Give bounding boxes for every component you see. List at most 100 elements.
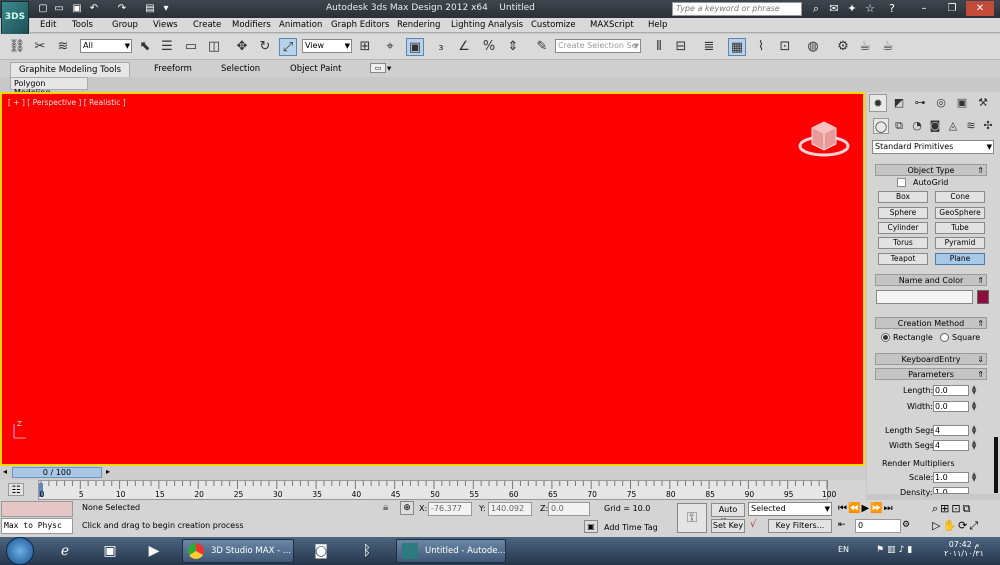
go-to-start-icon[interactable]: ⏮: [838, 503, 848, 514]
torus-button[interactable]: Torus: [878, 237, 928, 249]
menu-lighting-analysis[interactable]: Lighting Analysis: [451, 20, 523, 30]
tube-button[interactable]: Tube: [935, 222, 985, 234]
go-to-end-icon[interactable]: ⏭: [884, 503, 894, 514]
mini-curve-editor-icon[interactable]: ☷: [8, 483, 24, 496]
select-manipulate-icon[interactable]: ⌖: [381, 38, 399, 56]
category-dropdown[interactable]: Standard Primitives ▼: [872, 140, 994, 154]
curve-editor-icon[interactable]: ⌇: [752, 38, 770, 56]
named-selection-sets-input[interactable]: Create Selection Se ▼: [555, 39, 641, 53]
menu-help[interactable]: Help: [648, 20, 667, 30]
favorites-icon[interactable]: ☆: [862, 2, 878, 16]
chevron-down-icon[interactable]: ▾: [387, 64, 391, 74]
length-spinner-icon[interactable]: ▲ ▼: [970, 385, 978, 396]
rollout-parameters[interactable]: Parameters ⇑: [875, 368, 987, 380]
set-key-button[interactable]: Set Key: [711, 519, 745, 533]
tab-freeform[interactable]: Freeform: [154, 64, 192, 74]
space-warps-icon[interactable]: ≋: [963, 118, 979, 134]
menu-graph-editors[interactable]: Graph Editors: [331, 20, 389, 30]
cone-button[interactable]: Cone: [935, 191, 985, 203]
select-and-rotate-icon[interactable]: ↻: [256, 38, 274, 56]
previous-frame-icon[interactable]: ⏪: [848, 503, 861, 514]
viewcube-icon[interactable]: [798, 116, 854, 160]
time-tag-icon[interactable]: ▣: [584, 520, 598, 533]
rollout-creation-method[interactable]: Creation Method ⇑: [875, 317, 987, 329]
square-radio[interactable]: [940, 333, 949, 342]
tab-selection[interactable]: Selection: [221, 64, 260, 74]
play-icon[interactable]: ▶: [861, 503, 870, 514]
mirror-icon[interactable]: ⫴: [650, 38, 668, 56]
quick-access-dropdown-icon[interactable]: ▾: [160, 3, 172, 15]
help-icon[interactable]: ?: [884, 2, 900, 16]
taskbar-item-chrome[interactable]: 3D Studio MAX - ...: [182, 539, 294, 563]
align-icon[interactable]: ⊟: [672, 38, 690, 56]
autogrid-checkbox[interactable]: [897, 178, 906, 187]
menu-create[interactable]: Create: [193, 20, 221, 30]
time-slider-prev-icon[interactable]: ◂: [3, 467, 7, 476]
next-frame-icon[interactable]: ⏩: [870, 503, 883, 514]
xbmc-app-icon[interactable]: ◙: [310, 540, 332, 562]
hierarchy-tab-icon[interactable]: ⊶: [911, 94, 929, 112]
zoom-all-icon[interactable]: ⊞: [940, 502, 951, 515]
z-coordinate-field[interactable]: 0.0: [548, 502, 590, 516]
key-filters-button[interactable]: Key Filters...: [768, 519, 832, 533]
tab-graphite-modeling-tools[interactable]: Graphite Modeling Tools: [10, 62, 130, 77]
render-production-icon[interactable]: ☕: [879, 38, 897, 56]
maxscript-mini-listener-top[interactable]: [1, 501, 73, 517]
zoom-icon[interactable]: ⌕: [932, 502, 940, 515]
x-coordinate-field[interactable]: -76.377: [428, 502, 472, 516]
taskbar-item-3dsmax[interactable]: Untitled - Autode...: [396, 539, 506, 563]
create-tab-icon[interactable]: ✹: [869, 94, 887, 112]
pyramid-button[interactable]: Pyramid: [935, 237, 985, 249]
menu-animation[interactable]: Animation: [279, 20, 322, 30]
cameras-icon[interactable]: ◙: [927, 118, 943, 134]
width-spinner-icon[interactable]: ▲ ▼: [970, 401, 978, 412]
time-configuration-icon[interactable]: ⚙: [902, 520, 910, 530]
layer-manager-icon[interactable]: ≣: [700, 38, 718, 56]
modify-tab-icon[interactable]: ◩: [890, 94, 908, 112]
command-panel-scrollbar[interactable]: [994, 437, 998, 493]
time-slider-next-icon[interactable]: ▸: [106, 467, 110, 476]
rectangle-radio[interactable]: [881, 333, 890, 342]
menu-views[interactable]: Views: [153, 20, 178, 30]
current-frame-field[interactable]: 0: [855, 519, 901, 533]
maximize-button[interactable]: ❐: [938, 1, 966, 16]
search-input[interactable]: Type a keyword or phrase: [672, 2, 802, 16]
flag-icon[interactable]: ⚑: [876, 545, 887, 555]
select-and-link-icon[interactable]: ⛓: [8, 38, 26, 56]
media-app-icon[interactable]: ▶: [143, 540, 165, 562]
viewport-label[interactable]: [ + ] [ Perspective ] [ Realistic ]: [8, 98, 126, 107]
maximize-viewport-icon[interactable]: ⤢: [969, 519, 980, 532]
utilities-tab-icon[interactable]: ⚒: [974, 94, 992, 112]
angle-snap-icon[interactable]: ∠: [455, 38, 473, 56]
tab-polygon-modeling[interactable]: Polygon Modeling: [10, 77, 88, 97]
sphere-button[interactable]: Sphere: [878, 207, 928, 219]
perspective-viewport[interactable]: [ + ] [ Perspective ] [ Realistic ] Z: [0, 92, 865, 466]
menu-group[interactable]: Group: [112, 20, 138, 30]
bluetooth-icon[interactable]: ᛒ: [356, 540, 378, 562]
menu-modifiers[interactable]: Modifiers: [232, 20, 271, 30]
network-icon[interactable]: ▥: [887, 545, 899, 555]
window-crossing-icon[interactable]: ◫: [205, 38, 223, 56]
geosphere-button[interactable]: GeoSphere: [935, 207, 985, 219]
systems-icon[interactable]: ✣: [980, 118, 996, 134]
timeline-ruler[interactable]: 0 5 10 15 20 25 30 35 40 45 50 55 60 65 70 75 80 85 90 95 10…: [38, 480, 836, 500]
cylinder-button[interactable]: Cylinder: [878, 222, 928, 234]
select-object-icon[interactable]: ⬉: [136, 38, 154, 56]
render-setup-icon[interactable]: ⚙: [834, 38, 852, 56]
schematic-view-icon[interactable]: ⊡: [776, 38, 794, 56]
app-logo[interactable]: 3DS: [1, 1, 29, 35]
object-color-swatch[interactable]: [977, 290, 989, 304]
graphite-toggle-icon[interactable]: ▦: [728, 38, 746, 56]
power-icon[interactable]: ▮: [907, 545, 915, 555]
teapot-button[interactable]: Teapot: [878, 253, 928, 265]
rendered-frame-window-icon[interactable]: ☕: [856, 38, 874, 56]
project-folder-icon[interactable]: ▤: [144, 3, 156, 15]
scale-field[interactable]: 1.0: [933, 472, 969, 483]
display-tab-icon[interactable]: ▣: [953, 94, 971, 112]
geometry-icon[interactable]: ◯: [873, 118, 889, 134]
language-indicator[interactable]: EN: [838, 545, 849, 554]
lock-selection-icon[interactable]: 🔒︎: [383, 502, 388, 513]
length-segs-field[interactable]: 4: [933, 425, 969, 436]
rectangular-selection-icon[interactable]: ▭: [182, 38, 200, 56]
density-field[interactable]: 1.0: [933, 487, 969, 494]
